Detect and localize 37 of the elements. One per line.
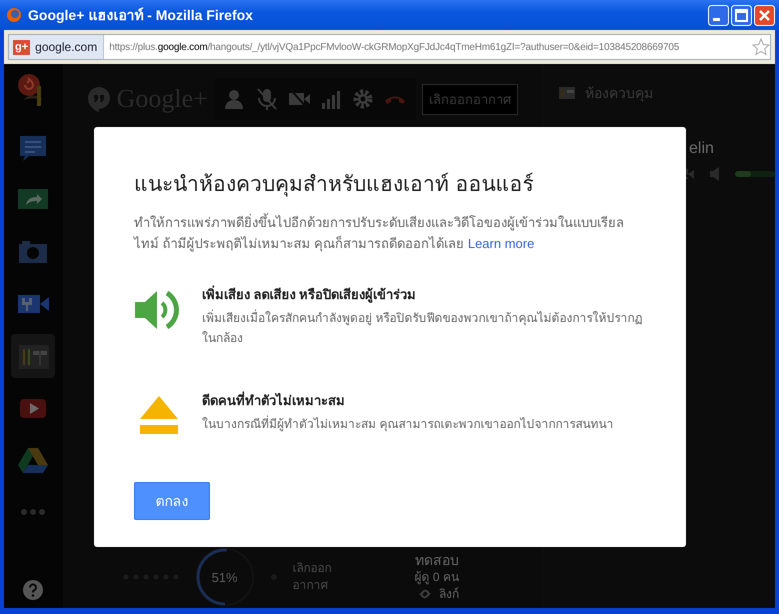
dialog-title: แนะนำห้องควบคุมสำหรับแฮงเอาท์ ออนแอร์ <box>134 171 535 199</box>
settings-icon[interactable] <box>352 87 374 111</box>
participant-name: elin <box>689 140 715 158</box>
url-text: https://plus.google.com/hangouts/_/ytl/vjVQa1PpcFMvlooW-ckGRMopXgFJdJc4qTmeHm61gZI=?authuser=0&eid=103845208669705 <box>108 42 680 52</box>
minimize-button[interactable] <box>708 4 729 26</box>
feature-title: เพิ่มเสียง ลดเสียง หรือปิดเสียงผู้เข้าร่วม <box>202 284 418 305</box>
feature-description: เพิ่มเสียงเมื่อใครสักคนกำลังพูดอยู่ หรือปิดรับฟีดของพวกเขาถ้าคุณไม่ต้องการให้ปรากฏในกล้อง <box>202 308 644 347</box>
ok-button[interactable]: ตกลง <box>134 482 210 520</box>
question-mark-icon <box>23 580 44 600</box>
quote-bubble-icon <box>86 86 111 112</box>
volume-slider[interactable] <box>735 171 775 177</box>
window-title: Google+ แฮงเอาท์ - Mozilla Firefox <box>28 6 254 25</box>
url-field[interactable]: g+ google.com https://plus.google.com/hangouts/_/ytl/vjVQa1PpcFMvlooW-ckGRMopXgFJdJc4qTmeHm61gZI=?authuser=0&eid=103845208669705 <box>8 34 771 60</box>
firefox-icon <box>6 7 22 23</box>
link-button[interactable]: ลิงก์ <box>416 586 459 602</box>
app-button[interactable] <box>11 334 56 378</box>
end-broadcast-button[interactable]: เลิกออกอากาศ <box>422 84 518 114</box>
progress-percent: 51% <box>212 570 238 584</box>
learn-more-link[interactable]: Learn more <box>468 236 534 251</box>
feature-title: ดีดคนที่ทำตัวไม่เหมาะสม <box>202 390 346 410</box>
feature-description: ในบางกรณีที่มีผู้ทำตัวไม่เหมาะสม คุณสามารถเตะพวกเขาออกไปจากการสนทนา <box>202 414 614 434</box>
help-button[interactable] <box>23 580 44 600</box>
broadcast-title: ทดสอบ <box>414 552 459 568</box>
maximize-button[interactable] <box>731 4 752 26</box>
site-identity-button[interactable]: g+ google.com <box>9 35 104 59</box>
viewer-count: ผู้ดู 0 คน <box>414 568 459 586</box>
more-icon <box>21 509 46 515</box>
end-broadcast-link[interactable]: เลิกออก อากาศ <box>292 560 339 594</box>
eject-icon <box>139 394 179 434</box>
mic-muted-icon[interactable] <box>256 87 278 111</box>
close-button[interactable] <box>754 4 775 26</box>
speaker-icon[interactable] <box>709 166 721 182</box>
star-icon[interactable] <box>752 38 770 56</box>
people-icon[interactable] <box>224 87 246 111</box>
control-panel-icon <box>559 87 575 99</box>
dialog-description: ทำให้การแพร่ภาพดียิ่งขึ้นไปอีกด้วยการปรับระดับเสียงและวิดีโอของผู้เข้าร่วมในแบบเรียลไทม์ ถ้ามีผู้ประพฤติไม่เหมาะสม คุณก็สามารถดีดออกได้เลย Learn more <box>134 212 625 254</box>
site-badge: g+ <box>13 40 30 54</box>
